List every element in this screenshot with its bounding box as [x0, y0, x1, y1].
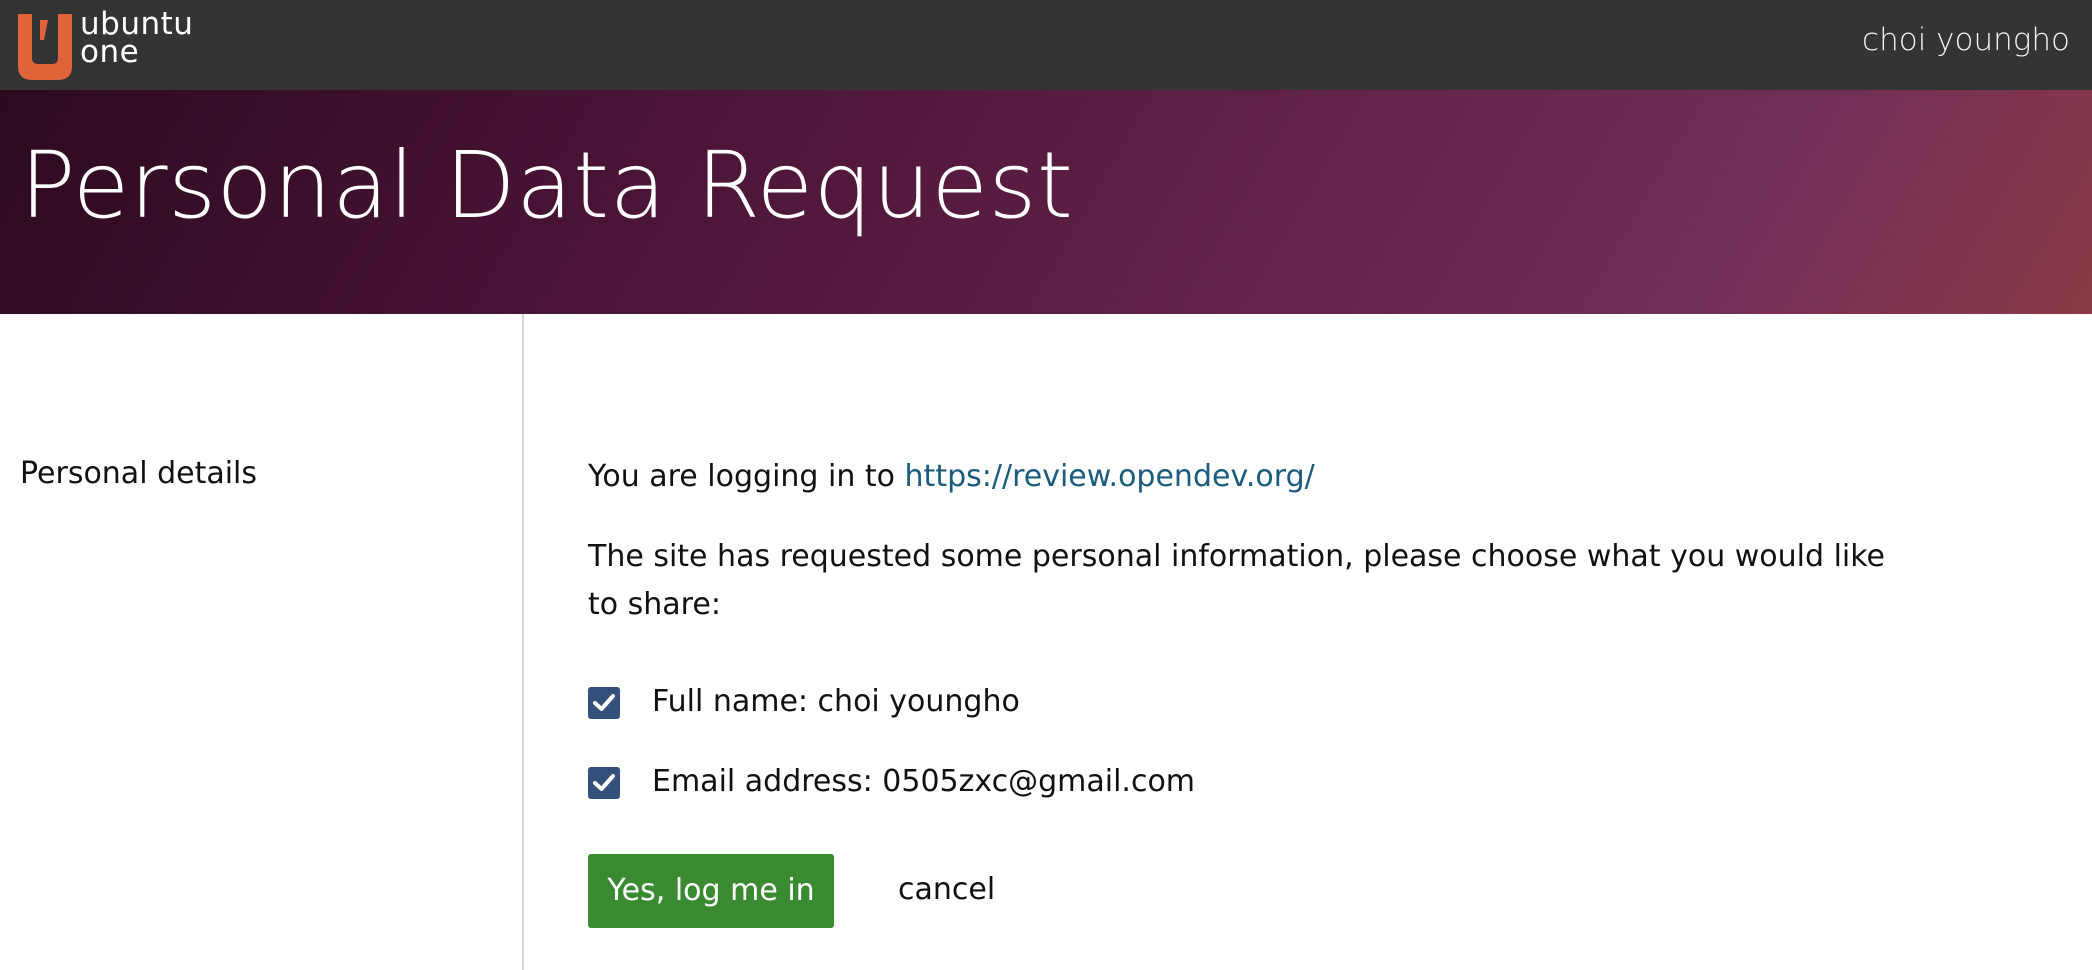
full-name-label: Full name: choi youngho: [652, 684, 1020, 719]
cancel-link[interactable]: cancel: [898, 868, 995, 912]
sidebar-divider: [522, 314, 524, 970]
login-destination-text: You are logging in to https://review.ope…: [588, 455, 1908, 499]
email-address-label: Email address: 0505zxc@gmail.com: [652, 764, 1196, 799]
full-name-checkbox[interactable]: [588, 687, 620, 719]
request-description: The site has requested some personal inf…: [588, 539, 1886, 622]
email-address-checkbox[interactable]: [588, 767, 620, 799]
logo-line-one: one: [80, 34, 140, 70]
checkmark-icon: [593, 694, 615, 711]
top-navigation-bar: ubuntu one choi youngho: [0, 0, 2092, 90]
logo-wordmark: ubuntu one: [80, 9, 193, 70]
login-prefix: You are logging in to: [588, 459, 905, 494]
data-request-form: You are logging in to https://review.ope…: [588, 455, 1908, 928]
ubuntu-one-logo-icon: [18, 14, 72, 80]
account-username[interactable]: choi youngho: [1862, 22, 2070, 58]
ubuntu-one-logo[interactable]: ubuntu one: [18, 9, 208, 82]
checkmark-icon: [593, 774, 615, 791]
yes-log-me-in-button[interactable]: Yes, log me in: [588, 854, 834, 928]
page-title: Personal Data Request: [20, 132, 1074, 239]
site-url-link[interactable]: https://review.opendev.org/: [905, 459, 1315, 494]
section-label-personal-details: Personal details: [20, 456, 258, 491]
